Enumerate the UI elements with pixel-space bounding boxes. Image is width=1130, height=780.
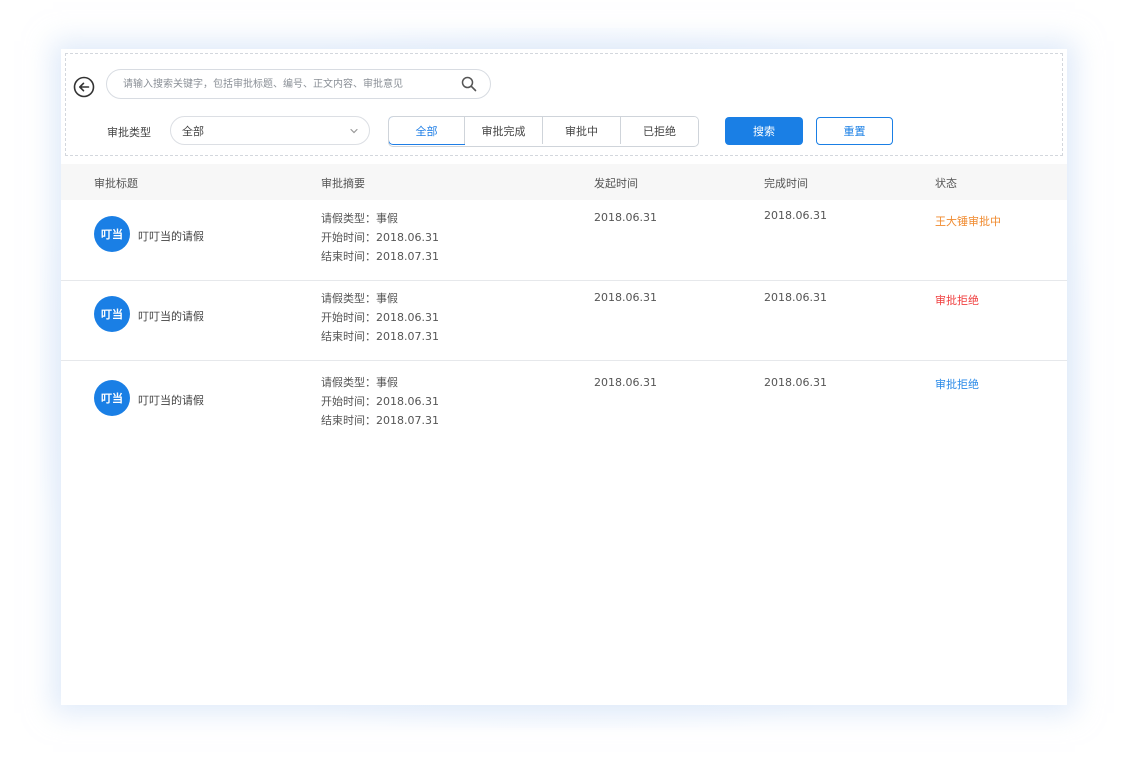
search-button[interactable]: 搜索 [725,117,803,145]
row-summary: 请假类型：事假 开始时间：2018.06.31 结束时间：2018.07.31 [321,373,439,430]
header-summary: 审批摘要 [321,177,365,190]
row-start-time: 2018.06.31 [594,376,657,389]
header-status: 状态 [935,177,957,190]
avatar: 叮当 [94,216,130,252]
row-end-time: 2018.06.31 [764,376,827,389]
table-row[interactable]: 叮当 叮叮当的请假 请假类型：事假 开始时间：2018.06.31 结束时间：2… [61,201,1067,281]
approval-type-select[interactable]: 全部 [170,116,370,145]
row-summary: 请假类型：事假 开始时间：2018.06.31 结束时间：2018.07.31 [321,209,439,266]
filter-area: 审批类型 全部 全部 审批完成 审批中 已拒绝 搜索 重置 [65,53,1063,156]
row-title: 叮叮当的请假 [138,230,204,243]
arrow-left-circle-icon [73,76,95,98]
table-row[interactable]: 叮当 叮叮当的请假 请假类型：事假 开始时间：2018.06.31 结束时间：2… [61,281,1067,361]
avatar: 叮当 [94,296,130,332]
header-start-time: 发起时间 [594,177,638,190]
row-title: 叮叮当的请假 [138,310,204,323]
search-icon[interactable] [460,75,478,93]
summary-end-time: 结束时间：2018.07.31 [321,414,439,427]
summary-leave-type: 请假类型：事假 [321,376,398,389]
row-status: 审批拒绝 [935,378,979,391]
summary-end-time: 结束时间：2018.07.31 [321,330,439,343]
search-input[interactable] [121,77,460,91]
avatar: 叮当 [94,380,130,416]
search-box [106,69,491,99]
segment-in-progress[interactable]: 审批中 [542,117,620,144]
row-end-time: 2018.06.31 [764,209,827,222]
summary-leave-type: 请假类型：事假 [321,292,398,305]
summary-start-time: 开始时间：2018.06.31 [321,231,439,244]
row-start-time: 2018.06.31 [594,211,657,224]
approval-type-label: 审批类型 [107,126,151,139]
summary-leave-type: 请假类型：事假 [321,212,398,225]
row-start-time: 2018.06.31 [594,291,657,304]
header-title: 审批标题 [94,177,138,190]
segment-all[interactable]: 全部 [389,117,465,145]
status-segmented-control: 全部 审批完成 审批中 已拒绝 [388,116,699,147]
reset-button[interactable]: 重置 [816,117,893,145]
back-button[interactable] [72,75,96,99]
row-status: 王大锤审批中 [935,215,1001,228]
row-title: 叮叮当的请假 [138,394,204,407]
approval-type-value: 全部 [182,124,204,138]
table-row[interactable]: 叮当 叮叮当的请假 请假类型：事假 开始时间：2018.06.31 结束时间：2… [61,362,1067,442]
approval-panel: 审批类型 全部 全部 审批完成 审批中 已拒绝 搜索 重置 审批标题 审批摘要 … [61,49,1067,705]
row-status: 审批拒绝 [935,294,979,307]
summary-end-time: 结束时间：2018.07.31 [321,250,439,263]
segment-completed[interactable]: 审批完成 [464,117,542,144]
summary-start-time: 开始时间：2018.06.31 [321,395,439,408]
segment-rejected[interactable]: 已拒绝 [620,117,698,144]
chevron-down-icon [350,128,358,133]
table-header: 审批标题 审批摘要 发起时间 完成时间 状态 [61,164,1067,200]
row-end-time: 2018.06.31 [764,291,827,304]
header-end-time: 完成时间 [764,177,808,190]
summary-start-time: 开始时间：2018.06.31 [321,311,439,324]
row-summary: 请假类型：事假 开始时间：2018.06.31 结束时间：2018.07.31 [321,289,439,346]
